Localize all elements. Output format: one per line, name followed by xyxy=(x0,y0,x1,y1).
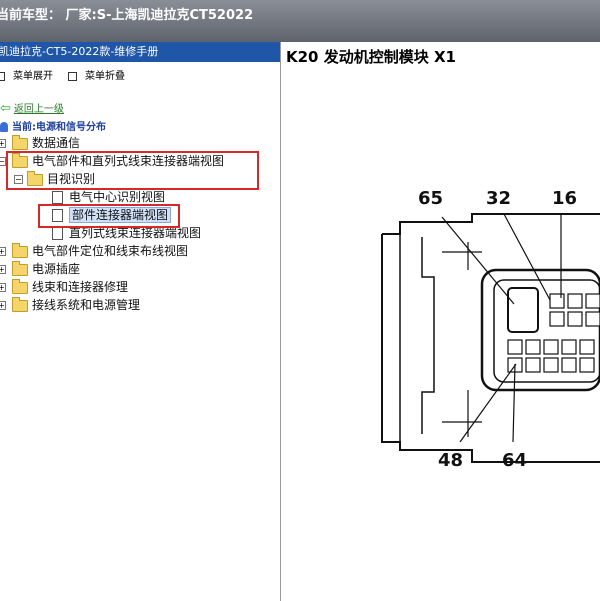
folder-icon xyxy=(12,260,28,276)
tree-item-wiring-power-management[interactable]: + 接线系统和电源管理 xyxy=(0,296,140,313)
expand-toggle-icon[interactable]: + xyxy=(0,139,6,148)
manual-title: 凯迪拉克-CT5-2022款-维修手册 xyxy=(0,45,159,58)
title-bar: 当前车型： 厂家:S-上海凯迪拉克CT52022 xyxy=(0,0,600,42)
highlight-box xyxy=(38,204,180,228)
location-icon xyxy=(0,122,8,132)
tree-item-electrical-center-view[interactable]: 电气中心识别视图 xyxy=(52,189,165,205)
pin-label: 16 xyxy=(552,188,578,209)
pin-label: 65 xyxy=(418,188,444,209)
tree-item-harness-repair[interactable]: + 线束和连接器修理 xyxy=(0,278,128,295)
pin-label: 32 xyxy=(486,188,512,209)
vehicle-title: 当前车型： 厂家:S-上海凯迪拉克CT52022 xyxy=(0,8,254,23)
expand-icon xyxy=(0,71,5,81)
collapse-menu-button[interactable]: 菜单折叠 xyxy=(68,67,125,82)
expand-toggle-icon[interactable]: + xyxy=(0,301,6,310)
expand-toggle-icon[interactable]: + xyxy=(0,265,6,274)
current-location: 当前:电源和信号分布 xyxy=(0,118,106,133)
tree-item-component-locator[interactable]: + 电气部件定位和线束布线视图 xyxy=(0,242,188,259)
folder-icon xyxy=(12,134,28,150)
pin-label: 48 xyxy=(438,450,464,471)
collapse-icon xyxy=(68,71,77,81)
back-link[interactable]: ⇦ 返回上一级 xyxy=(0,100,64,116)
highlight-box xyxy=(6,151,259,190)
tree-toolbar: 菜单展开 菜单折叠 xyxy=(0,64,280,84)
folder-icon xyxy=(12,278,28,294)
document-icon xyxy=(52,191,63,204)
tree-item-data-comm[interactable]: + 数据通信 xyxy=(0,134,80,151)
folder-icon xyxy=(12,242,28,258)
tree-item-power-outlet[interactable]: + 电源插座 xyxy=(0,260,80,277)
folder-icon xyxy=(12,296,28,312)
expand-toggle-icon[interactable]: + xyxy=(0,247,6,256)
pin-label: 64 xyxy=(502,450,528,471)
expand-toggle-icon[interactable]: + xyxy=(0,283,6,292)
document-icon xyxy=(52,227,63,240)
sidebar: 凯迪拉克-CT5-2022款-维修手册 菜单展开 菜单折叠 ⇦ 返回上一级 当前:… xyxy=(0,42,281,601)
manual-title-bar: 凯迪拉克-CT5-2022款-维修手册 xyxy=(0,42,280,62)
connector-diagram xyxy=(381,213,600,463)
document-panel: K20 发动机控制模块 X1 65 32 16 48 64 xyxy=(282,42,600,601)
expand-menu-button[interactable]: 菜单展开 xyxy=(0,67,53,82)
back-arrow-icon: ⇦ xyxy=(0,101,11,116)
